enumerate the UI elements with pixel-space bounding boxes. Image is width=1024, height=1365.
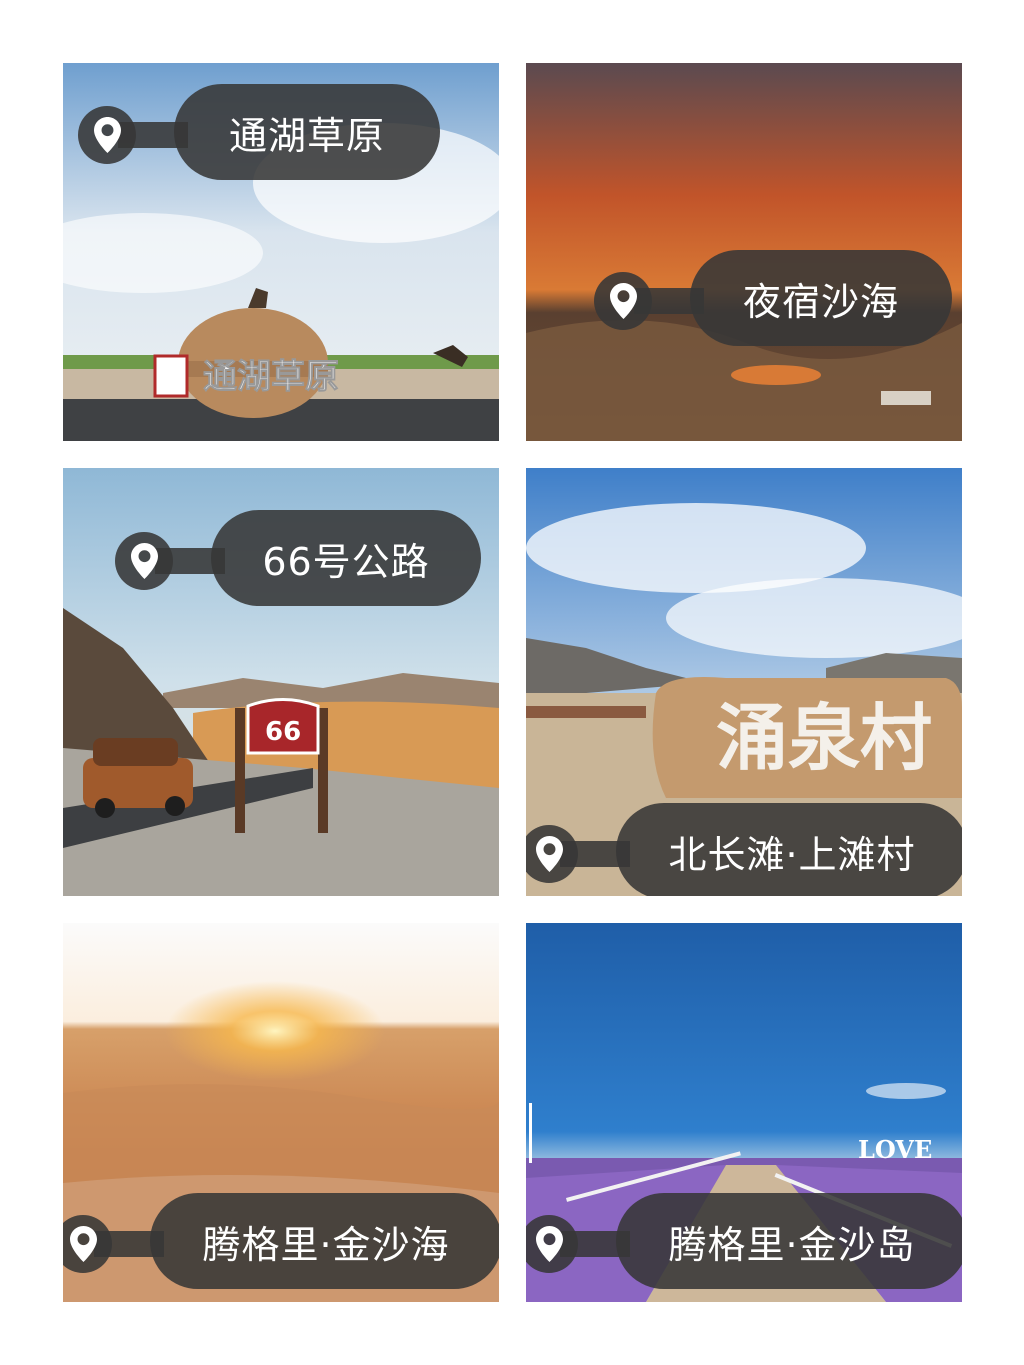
tile-label: 66号公路 — [262, 539, 430, 584]
sign-text-66: 66 — [265, 717, 301, 747]
location-pin-icon — [610, 283, 637, 319]
location-tag: 通湖草原 — [78, 84, 440, 180]
location-pin-icon — [536, 1226, 563, 1262]
sign-text-love: LOVE — [858, 1135, 932, 1164]
photo-tile-beichangtan[interactable]: 涌泉村 北长滩·上滩村 — [526, 468, 962, 896]
location-pin-icon — [536, 836, 563, 872]
sign-text-yongquancun: 涌泉村 — [716, 695, 932, 780]
location-tag: 夜宿沙海 — [594, 250, 952, 346]
location-pin-icon — [70, 1226, 97, 1262]
sign-text-tonghu: 通湖草原 — [203, 357, 339, 397]
location-pin-icon — [131, 543, 158, 579]
photo-tile-tengger-golden-sea[interactable]: 腾格里·金沙海 — [63, 923, 499, 1302]
location-tag: 腾格里·金沙海 — [63, 1193, 499, 1289]
location-tag: 腾格里·金沙岛 — [526, 1193, 962, 1289]
tile-label: 腾格里·金沙岛 — [668, 1222, 916, 1267]
photo-tile-night-desert[interactable]: 夜宿沙海 — [526, 63, 962, 441]
tile-label: 夜宿沙海 — [742, 279, 899, 324]
photo-tile-tengger-golden-island[interactable]: LOVE 腾格里·金沙岛 — [526, 923, 962, 1302]
location-tag: 北长滩·上滩村 — [526, 803, 962, 896]
photo-tile-tonghu-grassland[interactable]: 通湖草原 通湖草原 — [63, 63, 499, 441]
tile-label: 北长滩·上滩村 — [668, 832, 916, 877]
tile-label: 通湖草原 — [228, 113, 385, 158]
location-pin-icon — [94, 117, 121, 153]
location-tag: 66号公路 — [115, 510, 481, 606]
photo-tile-route-66[interactable]: 66 66号公路 — [63, 468, 499, 896]
tile-label: 腾格里·金沙海 — [202, 1222, 450, 1267]
